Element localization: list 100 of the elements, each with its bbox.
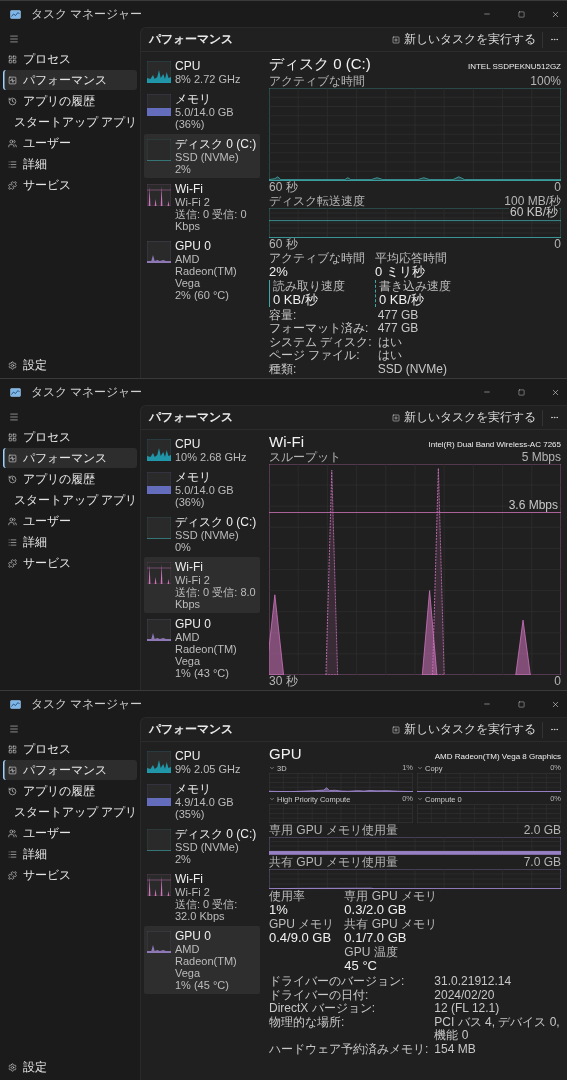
window-title: タスク マネージャー	[31, 5, 144, 23]
users-icon	[8, 828, 17, 838]
more-icon	[550, 413, 559, 422]
history-icon	[8, 96, 17, 106]
nav-item[interactable]: ユーザー	[3, 133, 137, 153]
device-item[interactable]: Wi-Fi Wi-Fi 2 送信: 0 受信: 0 Kbps	[144, 179, 260, 235]
device-model: Intel(R) Dual Band Wireless-AC 7265	[428, 440, 561, 449]
device-item[interactable]: GPU 0 AMD Radeon(TM) Vega 2% (60 °C)	[144, 236, 260, 304]
grid-icon	[8, 432, 17, 442]
device-item[interactable]: Wi-Fi Wi-Fi 2 送信: 0 受信: 32.0 Kbps	[144, 869, 260, 925]
axis-min-label: 0	[554, 180, 561, 194]
nav-item[interactable]: アプリの履歴	[3, 91, 137, 111]
puzzle-icon	[8, 558, 17, 568]
nav-item[interactable]: スタートアップ アプリ	[3, 112, 137, 132]
property-value: 12 (FL 12.1)	[434, 1002, 501, 1016]
more-icon	[550, 725, 559, 734]
new-task-icon	[392, 413, 400, 422]
nav-item[interactable]: サービス	[3, 175, 137, 195]
nav-item[interactable]: プロセス	[3, 739, 137, 759]
device-item[interactable]: ディスク 0 (C:) SSD (NVMe) 2%	[144, 824, 260, 868]
property-label: システム ディスク:	[269, 335, 372, 349]
chevron-down-icon	[417, 765, 423, 771]
stat-value: 45 °C	[344, 959, 378, 973]
puzzle-icon	[8, 870, 17, 880]
activity-icon	[8, 453, 17, 463]
graph-scale: 2.0 GB	[523, 824, 561, 837]
nav-item[interactable]: 詳細	[3, 532, 137, 552]
list-icon	[8, 159, 17, 169]
stat-value: 0.4/9.0 GB	[269, 931, 333, 945]
puzzle-icon	[8, 180, 17, 190]
maximize-icon	[517, 700, 525, 708]
run-task-button[interactable]: 新しいタスクを実行する	[389, 29, 539, 50]
property-value: 2024/02/20	[434, 988, 496, 1002]
page-title: パフォーマンス	[149, 409, 234, 426]
nav-item[interactable]: サービス	[3, 553, 137, 573]
settings-item[interactable]: 設定	[3, 355, 137, 375]
page-title: パフォーマンス	[149, 721, 234, 738]
menu-icon	[9, 723, 19, 734]
nav-item[interactable]: プロセス	[3, 427, 137, 447]
minimize-icon	[483, 700, 491, 708]
sparkline-icon	[147, 184, 171, 206]
chevron-down-icon	[269, 765, 275, 771]
graph-label: 専用 GPU メモリ使用量	[269, 824, 398, 837]
nav-item[interactable]: パフォーマンス	[3, 760, 137, 780]
graph-scale: 100%	[530, 75, 561, 88]
device-item[interactable]: GPU 0 AMD Radeon(TM) Vega 1% (45 °C)	[144, 926, 260, 994]
device-item[interactable]: メモリ 4.9/14.0 GB (35%)	[144, 779, 260, 823]
property-label: フォーマット済み:	[269, 322, 370, 336]
nav-item[interactable]: アプリの履歴	[3, 781, 137, 801]
stat-value: 0.1/7.0 GB	[344, 931, 408, 945]
nav-item[interactable]: パフォーマンス	[3, 70, 137, 90]
device-item[interactable]: CPU 9% 2.05 GHz	[144, 746, 260, 778]
sparkline-icon	[147, 619, 171, 641]
property-label: 種類:	[269, 362, 298, 376]
axis-min-label: 0	[554, 237, 561, 251]
app-icon	[10, 387, 21, 397]
device-item[interactable]: メモリ 5.0/14.0 GB (36%)	[144, 89, 260, 133]
stat-value: 0.3/2.0 GB	[344, 903, 408, 917]
device-item[interactable]: CPU 10% 2.68 GHz	[144, 434, 260, 466]
nav-item[interactable]: サービス	[3, 865, 137, 885]
sparkline-icon	[147, 61, 171, 83]
nav-item[interactable]: 詳細	[3, 844, 137, 864]
nav-item[interactable]: 詳細	[3, 154, 137, 174]
stat-label: 使用率	[269, 890, 306, 903]
nav-item[interactable]: プロセス	[3, 49, 137, 69]
device-item[interactable]: ディスク 0 (C:) SSD (NVMe) 2%	[144, 134, 260, 178]
nav-item[interactable]: スタートアップ アプリ	[3, 490, 137, 510]
device-title: Wi-Fi	[269, 433, 304, 450]
property-value: 154 MB	[434, 1042, 477, 1056]
device-item[interactable]: メモリ 5.0/14.0 GB (36%)	[144, 467, 260, 511]
device-item[interactable]: ディスク 0 (C:) SSD (NVMe) 0%	[144, 512, 260, 556]
sparkline-icon	[147, 517, 171, 539]
graph-label: アクティブな時間	[269, 75, 365, 88]
settings-item[interactable]: 設定	[3, 1057, 137, 1077]
stat-label: 専用 GPU メモリ	[344, 890, 437, 903]
users-icon	[8, 516, 17, 526]
sparkline-icon	[147, 751, 171, 773]
close-icon	[550, 387, 560, 397]
close-icon	[550, 9, 560, 19]
run-task-button[interactable]: 新しいタスクを実行する	[389, 407, 539, 428]
run-task-button[interactable]: 新しいタスクを実行する	[389, 719, 539, 740]
nav-item[interactable]: ユーザー	[3, 511, 137, 531]
sparkline-icon	[147, 562, 171, 584]
device-item[interactable]: GPU 0 AMD Radeon(TM) Vega 1% (43 °C)	[144, 614, 260, 682]
device-item[interactable]: Wi-Fi Wi-Fi 2 送信: 0 受信: 8.0 Kbps	[144, 557, 260, 613]
traffic-spike	[515, 619, 531, 675]
nav-item[interactable]: ユーザー	[3, 823, 137, 843]
device-title: ディスク 0 (C:)	[269, 55, 371, 74]
nav-item[interactable]: アプリの履歴	[3, 469, 137, 489]
property-label: ドライバーの日付:	[269, 988, 370, 1002]
time-span-label: 60 秒	[269, 237, 298, 251]
settings-icon	[8, 1062, 17, 1072]
nav-item[interactable]: パフォーマンス	[3, 448, 137, 468]
nav-item[interactable]: スタートアップ アプリ	[3, 802, 137, 822]
property-value: はい	[377, 349, 403, 363]
device-item[interactable]: CPU 8% 2.72 GHz	[144, 56, 260, 88]
window-title: タスク マネージャー	[31, 383, 144, 401]
chevron-down-icon	[269, 796, 275, 802]
property-value: PCI バス 4, デバイス 0, 機能 0	[434, 1015, 561, 1043]
chevron-down-icon	[417, 796, 423, 802]
